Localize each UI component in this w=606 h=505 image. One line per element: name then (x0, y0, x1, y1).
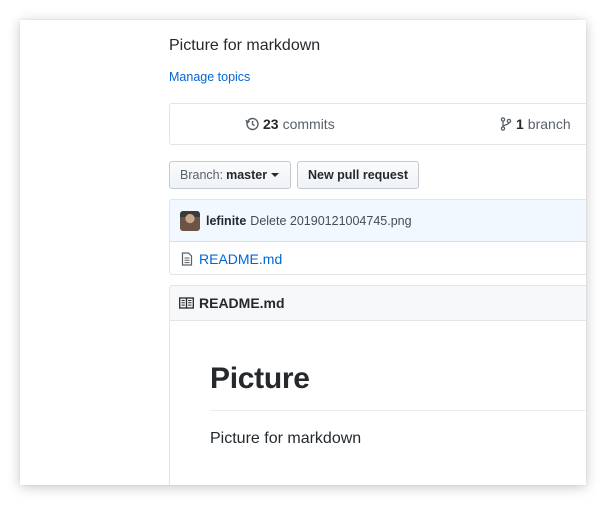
readme-paragraph: Picture for markdown (210, 430, 362, 447)
branch-select-value: master (226, 168, 268, 182)
commit-author[interactable]: lefinite (206, 214, 246, 228)
branch-count: 1 (516, 116, 524, 132)
branch-select-label: Branch: (180, 168, 224, 182)
readme-header: README.md (170, 286, 586, 321)
branch-label: branch (527, 116, 571, 132)
branch-select-button[interactable]: Branch: master (169, 161, 291, 189)
file-icon (181, 252, 193, 266)
browser-window: Picture for markdown Manage topics 23 co… (20, 20, 586, 485)
readme-heading: Picture (210, 362, 310, 395)
book-icon (179, 297, 194, 309)
history-icon (245, 117, 259, 131)
repo-description: Picture for markdown (169, 37, 321, 54)
commit-message[interactable]: Delete 20190121004745.png (250, 214, 411, 228)
readme-heading-divider (210, 410, 586, 411)
repo-summary-bar: 23 commits 1 branch (169, 103, 586, 145)
readme-header-title: README.md (199, 295, 285, 311)
new-pull-request-button[interactable]: New pull request (297, 161, 419, 189)
branches-link[interactable]: 1 branch (500, 116, 571, 132)
file-row: README.md (170, 242, 586, 274)
branch-icon (500, 117, 512, 131)
commits-link[interactable]: 23 commits (245, 116, 335, 132)
commits-label: commits (282, 116, 335, 132)
avatar[interactable] (180, 210, 200, 231)
file-navigation: lefinite Delete 20190121004745.png READM… (169, 199, 586, 275)
caret-down-icon (271, 173, 280, 177)
commits-count: 23 (263, 116, 279, 132)
latest-commit-bar: lefinite Delete 20190121004745.png (170, 200, 586, 242)
file-link-readme[interactable]: README.md (199, 251, 282, 267)
manage-topics-link[interactable]: Manage topics (169, 70, 250, 84)
readme-panel: README.md Picture Picture for markdown (169, 285, 586, 485)
